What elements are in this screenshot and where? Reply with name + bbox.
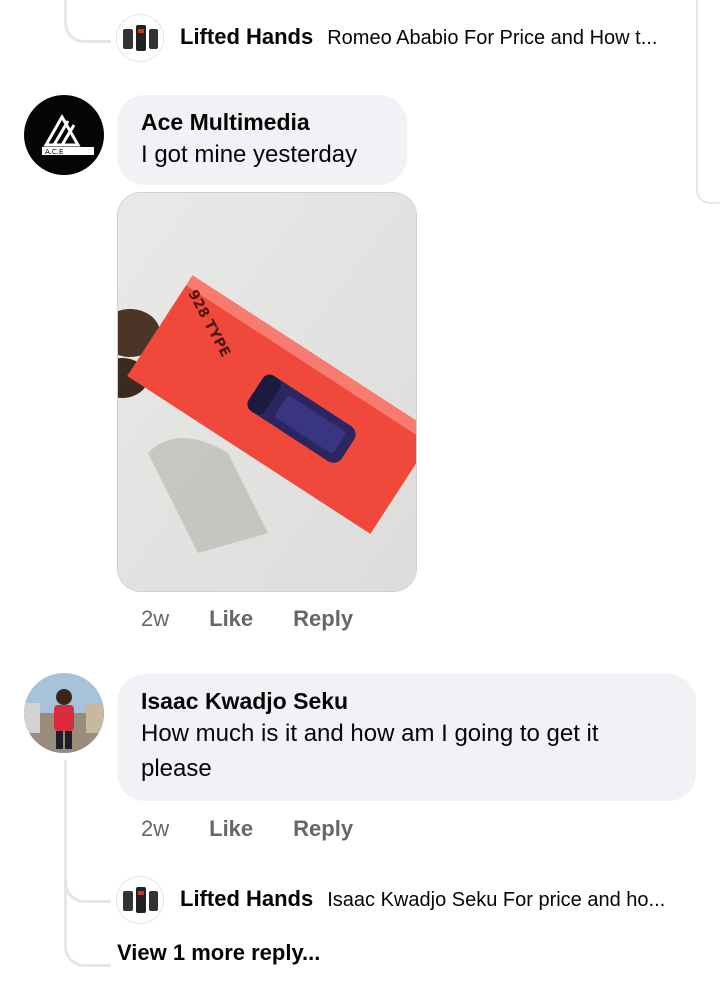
scroll-edge [696,0,720,204]
comment-actions: 2w Like Reply [141,606,353,632]
comment-bubble: Isaac Kwadjo Seku How much is it and how… [117,674,696,801]
reply-button[interactable]: Reply [293,606,353,632]
reply-snippet: Romeo Ababio For Price and How t... [327,27,658,49]
comment-bubble: Ace Multimedia I got mine yesterday [117,95,407,185]
reply-button[interactable]: Reply [293,816,353,842]
comment-author[interactable]: Ace Multimedia [141,107,383,137]
reply-author[interactable]: Lifted Hands [180,24,313,50]
reply-author[interactable]: Lifted Hands [180,886,313,912]
comment-actions: 2w Like Reply [141,816,353,842]
reply-snippet: Isaac Kwadjo Seku For price and ho... [327,889,666,911]
thread-connector [64,880,111,967]
like-button[interactable]: Like [209,816,253,842]
bottom-reply-preview[interactable]: Lifted Hands Isaac Kwadjo Seku For price… [180,886,665,912]
avatar-logo-text: A.C.E [45,148,63,156]
comment-author[interactable]: Isaac Kwadjo Seku [141,686,672,716]
thread-connector [64,760,67,900]
comment-text: How much is it and how am I going to get… [141,720,599,782]
view-more-replies-link[interactable]: View 1 more reply... [117,940,320,966]
comment-timestamp[interactable]: 2w [141,816,169,842]
comment-photo[interactable]: 928 TYPE [117,192,417,592]
comment-timestamp[interactable]: 2w [141,606,169,632]
isaac-avatar[interactable] [24,673,104,753]
ace-multimedia-avatar[interactable]: A.C.E [24,95,104,175]
lifted-hands-avatar[interactable] [116,876,164,924]
top-reply-preview[interactable]: Lifted Hands Romeo Ababio For Price and … [180,24,657,50]
thread-connector [64,0,111,43]
like-button[interactable]: Like [209,606,253,632]
comment-text: I got mine yesterday [141,141,358,168]
lifted-hands-avatar[interactable] [116,14,164,62]
